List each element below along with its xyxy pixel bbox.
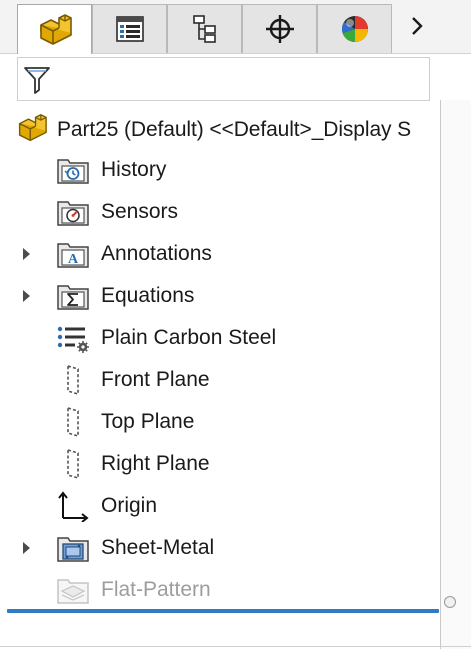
dimxpert-icon <box>264 13 296 45</box>
plane-icon <box>56 406 90 438</box>
expand-arrow-icon[interactable] <box>23 542 30 554</box>
sheet-metal-icon <box>56 532 90 564</box>
tree-item-label: Sensors <box>101 200 179 223</box>
tree-item-label: Origin <box>101 494 158 517</box>
tree-item-annotations[interactable]: A Annotations <box>0 234 440 274</box>
configuration-manager-icon <box>190 14 220 44</box>
tree-filter-box[interactable] <box>17 57 430 101</box>
panel-bottom-divider <box>0 646 471 647</box>
plane-icon <box>56 364 90 396</box>
tree-item-label: Plain Carbon Steel <box>101 326 277 349</box>
property-manager-icon <box>115 15 145 43</box>
tree-root-part[interactable]: Part25 (Default) <<Default>_Display S <box>15 110 471 150</box>
tree-item-label: Flat-Pattern <box>101 578 211 601</box>
tree-item-right-plane[interactable]: Right Plane <box>0 444 440 484</box>
tree-item-label: Right Plane <box>101 452 210 475</box>
tab-propertymanager[interactable] <box>92 4 167 53</box>
part-tree-icon <box>37 13 73 47</box>
tree-item-history[interactable]: History <box>0 150 440 190</box>
annotations-folder-icon: A <box>56 238 90 270</box>
rollback-bar[interactable] <box>7 609 439 613</box>
panel-splitter[interactable] <box>440 100 471 649</box>
tab-featuremanager[interactable] <box>17 4 92 54</box>
tree-item-label: Front Plane <box>101 368 210 391</box>
origin-icon <box>56 490 90 522</box>
tree-item-label: Top Plane <box>101 410 195 433</box>
tree-item-equations[interactable]: Equations <box>0 276 440 316</box>
tree-item-sheet-metal[interactable]: Sheet-Metal <box>0 528 440 568</box>
tree-item-label: Sheet-Metal <box>101 536 215 559</box>
tree-item-front-plane[interactable]: Front Plane <box>0 360 440 400</box>
display-manager-icon <box>339 13 371 45</box>
more-tabs-button[interactable] <box>392 4 442 53</box>
material-icon <box>56 322 90 354</box>
flat-pattern-icon <box>56 574 90 606</box>
sensors-folder-icon <box>56 196 90 228</box>
equations-folder-icon <box>56 280 90 312</box>
tree-item-material[interactable]: Plain Carbon Steel <box>0 318 440 358</box>
manager-tab-strip <box>0 0 471 54</box>
tab-displaymanager[interactable] <box>317 4 392 53</box>
tree-item-label: Equations <box>101 284 195 307</box>
tab-dimxpertmanager[interactable] <box>242 4 317 53</box>
chevron-right-icon <box>410 16 424 41</box>
history-folder-icon <box>56 154 90 186</box>
tree-root-label: Part25 (Default) <<Default>_Display S <box>57 118 412 141</box>
tab-configurationmanager[interactable] <box>167 4 242 53</box>
tree-item-sensors[interactable]: Sensors <box>0 192 440 232</box>
svg-text:A: A <box>68 252 79 267</box>
expand-arrow-icon[interactable] <box>23 248 30 260</box>
tree-item-flat-pattern[interactable]: Flat-Pattern <box>0 570 440 610</box>
filter-icon[interactable] <box>23 65 51 100</box>
plane-icon <box>56 448 90 480</box>
tree-item-label: Annotations <box>101 242 212 265</box>
tree-item-top-plane[interactable]: Top Plane <box>0 402 440 442</box>
part-icon <box>15 113 49 148</box>
splitter-grip-icon[interactable] <box>444 596 456 608</box>
filter-input[interactable] <box>58 64 422 96</box>
tree-item-label: History <box>101 158 167 181</box>
tree-item-origin[interactable]: Origin <box>0 486 440 526</box>
expand-arrow-icon[interactable] <box>23 290 30 302</box>
